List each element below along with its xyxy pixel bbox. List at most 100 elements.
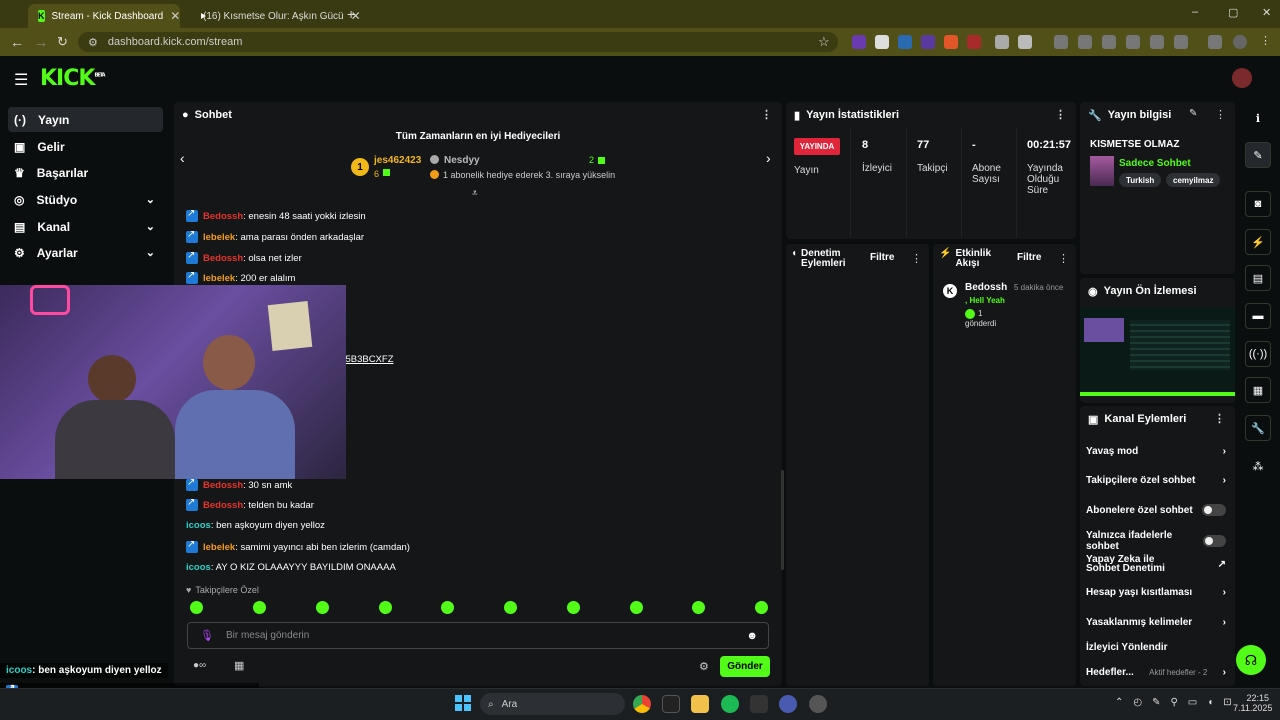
emote-icon[interactable] xyxy=(630,601,643,614)
broadcast-rail-icon[interactable]: ((·)) xyxy=(1245,341,1271,367)
moderation-menu-icon[interactable]: ⋮ xyxy=(911,252,922,265)
microphone-icon[interactable]: 🎙 xyxy=(200,629,214,642)
reload-icon[interactable]: ↻ xyxy=(57,34,68,50)
second-gifter-name[interactable]: Nesdyy xyxy=(444,155,480,166)
code-icon[interactable] xyxy=(1174,35,1188,49)
menu-dots-icon[interactable]: ⋮ xyxy=(1260,34,1271,47)
user-avatar[interactable] xyxy=(1232,68,1252,88)
extension-icon[interactable] xyxy=(995,35,1009,49)
minimize-button[interactable]: – xyxy=(1192,6,1198,18)
action-account-age[interactable]: Hesap yaşı kısıtlaması › xyxy=(1086,587,1226,598)
channel-actions-menu-icon[interactable]: ⋮ xyxy=(1214,412,1225,425)
pencil-icon[interactable]: ✎ xyxy=(1245,142,1271,168)
sidebar-item-kanal[interactable]: ▤ Kanal ⌄ xyxy=(8,214,163,239)
tag-turkish[interactable]: Turkish xyxy=(1119,173,1162,187)
browser-tab[interactable]: (16) Kısmetse Olur: Aşkın Gücü ✕ xyxy=(186,4,361,28)
chat-username[interactable]: lebelek xyxy=(203,232,235,243)
close-window-button[interactable]: ✕ xyxy=(1262,6,1271,19)
action-followers-only[interactable]: Takipçilere özel sohbet › xyxy=(1086,475,1226,486)
app-taskbar-icon[interactable] xyxy=(779,695,797,713)
browser-tab-active[interactable]: K Stream - Kick Dashboard ✕ xyxy=(28,4,180,28)
event-user[interactable]: Bedossh xyxy=(965,282,1007,293)
activity-menu-icon[interactable]: ⋮ xyxy=(1058,252,1069,265)
layout-icon[interactable]: ▦ xyxy=(1245,377,1271,403)
chat-rail-icon[interactable]: ▬ xyxy=(1245,303,1271,329)
top-gifter-name[interactable]: jes462423 xyxy=(374,155,421,166)
action-goals[interactable]: Hedefler... Aktif hedefler - 2 › xyxy=(1086,667,1226,678)
category-name[interactable]: Sadece Sohbet xyxy=(1119,158,1191,169)
store-icon[interactable]: ▦ xyxy=(234,659,244,672)
emoji-icon[interactable]: ☻ xyxy=(746,630,758,642)
obs-icon[interactable] xyxy=(809,695,827,713)
moderation-filter-button[interactable]: Filtre xyxy=(870,252,894,263)
points-icon[interactable]: ●∞ xyxy=(193,660,206,671)
terminal-icon[interactable] xyxy=(750,695,768,713)
profile-avatar-icon[interactable] xyxy=(1233,35,1247,49)
tag-cemyilmaz[interactable]: cemyilmaz xyxy=(1166,173,1221,187)
chevron-right-icon[interactable]: › xyxy=(766,150,771,166)
lightning-rail-icon[interactable]: ⚡ xyxy=(1245,229,1271,255)
address-bar[interactable]: ⚙ dashboard.kick.com/stream xyxy=(78,32,838,52)
new-tab-button[interactable]: + xyxy=(347,6,355,22)
capture-icon[interactable]: ◙ xyxy=(1245,191,1271,217)
chat-username[interactable]: icoos xyxy=(186,562,211,573)
kick-logo[interactable]: KICKBETA xyxy=(40,66,106,91)
extension-icon[interactable] xyxy=(898,35,912,49)
notes-icon[interactable]: ▤ xyxy=(1245,265,1271,291)
action-subscribers-only[interactable]: Abonelere özel sohbet xyxy=(1086,504,1226,516)
site-info-icon[interactable]: ⚙ xyxy=(88,36,98,49)
chat-username[interactable]: Bedossh xyxy=(203,480,243,491)
sidebar-item-ayarlar[interactable]: ⚙ Ayarlar ⌄ xyxy=(8,240,163,265)
action-raid[interactable]: İzleyici Yönlendir xyxy=(1086,642,1226,653)
edit-pencil-icon[interactable]: ✎ xyxy=(1189,108,1197,119)
sidebar-item-studyo[interactable]: ◎ Stüdyo ⌄ xyxy=(8,187,163,212)
spotify-icon[interactable] xyxy=(721,695,739,713)
emote-icon[interactable] xyxy=(316,601,329,614)
extension-icon[interactable] xyxy=(921,35,935,49)
emote-icon[interactable] xyxy=(504,601,517,614)
wrench-rail-icon[interactable]: 🔧 xyxy=(1245,415,1271,441)
link-icon[interactable] xyxy=(1126,35,1140,49)
send-button[interactable]: Gönder xyxy=(720,656,770,677)
system-tray-icons[interactable]: ⌃◴✎⚲▭◖⊡ xyxy=(1115,697,1242,708)
history-icon[interactable] xyxy=(1054,35,1068,49)
stream-info-menu-icon[interactable]: ⋮ xyxy=(1215,108,1226,121)
chat-username[interactable]: Bedossh xyxy=(203,500,243,511)
chat-username[interactable]: icoos xyxy=(186,520,211,531)
emote-icon[interactable] xyxy=(692,601,705,614)
extension-icon[interactable] xyxy=(944,35,958,49)
emote-icon[interactable] xyxy=(441,601,454,614)
chevron-left-icon[interactable]: ‹ xyxy=(180,150,185,166)
sidebar-item-gelir[interactable]: ▣ Gelir xyxy=(8,134,163,159)
subscribers-only-toggle[interactable] xyxy=(1202,504,1226,516)
puzzle-icon[interactable] xyxy=(1018,35,1032,49)
action-ai-moderation[interactable]: Yapay Zeka ile Sohbet Denetimi ↗ xyxy=(1086,555,1226,574)
taskbar-search[interactable]: ⌕ Ara xyxy=(480,693,625,715)
chrome-taskbar-icon[interactable] xyxy=(633,695,651,713)
chat-menu-icon[interactable]: ⋮ xyxy=(761,108,772,121)
forward-arrow-icon[interactable]: → xyxy=(34,34,48,50)
back-arrow-icon[interactable]: ← xyxy=(10,34,24,50)
support-headset-icon[interactable]: ☊ xyxy=(1236,645,1266,675)
cast-icon[interactable] xyxy=(1150,35,1164,49)
windows-start-icon[interactable] xyxy=(455,695,471,711)
stats-menu-icon[interactable]: ⋮ xyxy=(1055,108,1066,121)
emote-icon[interactable] xyxy=(253,601,266,614)
bookmark-star-icon[interactable]: ☆ xyxy=(818,34,830,50)
action-emotes-only[interactable]: Yalnızca ifadelerle sohbet xyxy=(1086,530,1226,552)
extension-icon[interactable] xyxy=(852,35,866,49)
extension-icon[interactable] xyxy=(967,35,981,49)
action-slow-mode[interactable]: Yavaş mod › xyxy=(1086,446,1226,457)
chat-input[interactable]: 🎙 Bir mesaj gönderin ☻ xyxy=(187,622,769,649)
emote-icon[interactable] xyxy=(190,601,203,614)
emotes-only-toggle[interactable] xyxy=(1202,535,1226,547)
activity-filter-button[interactable]: Filtre xyxy=(1017,252,1041,263)
apps-icon[interactable]: ⁂ xyxy=(1245,453,1271,479)
reading-list-icon[interactable] xyxy=(1208,35,1222,49)
emote-icon[interactable] xyxy=(567,601,580,614)
stream-preview[interactable] xyxy=(1080,308,1235,396)
extension-icon[interactable] xyxy=(875,35,889,49)
taskbar-clock[interactable]: 22:15 7.11.2025 xyxy=(1233,693,1272,713)
category-thumbnail[interactable] xyxy=(1090,156,1114,186)
chat-username[interactable]: lebelek xyxy=(203,542,235,553)
